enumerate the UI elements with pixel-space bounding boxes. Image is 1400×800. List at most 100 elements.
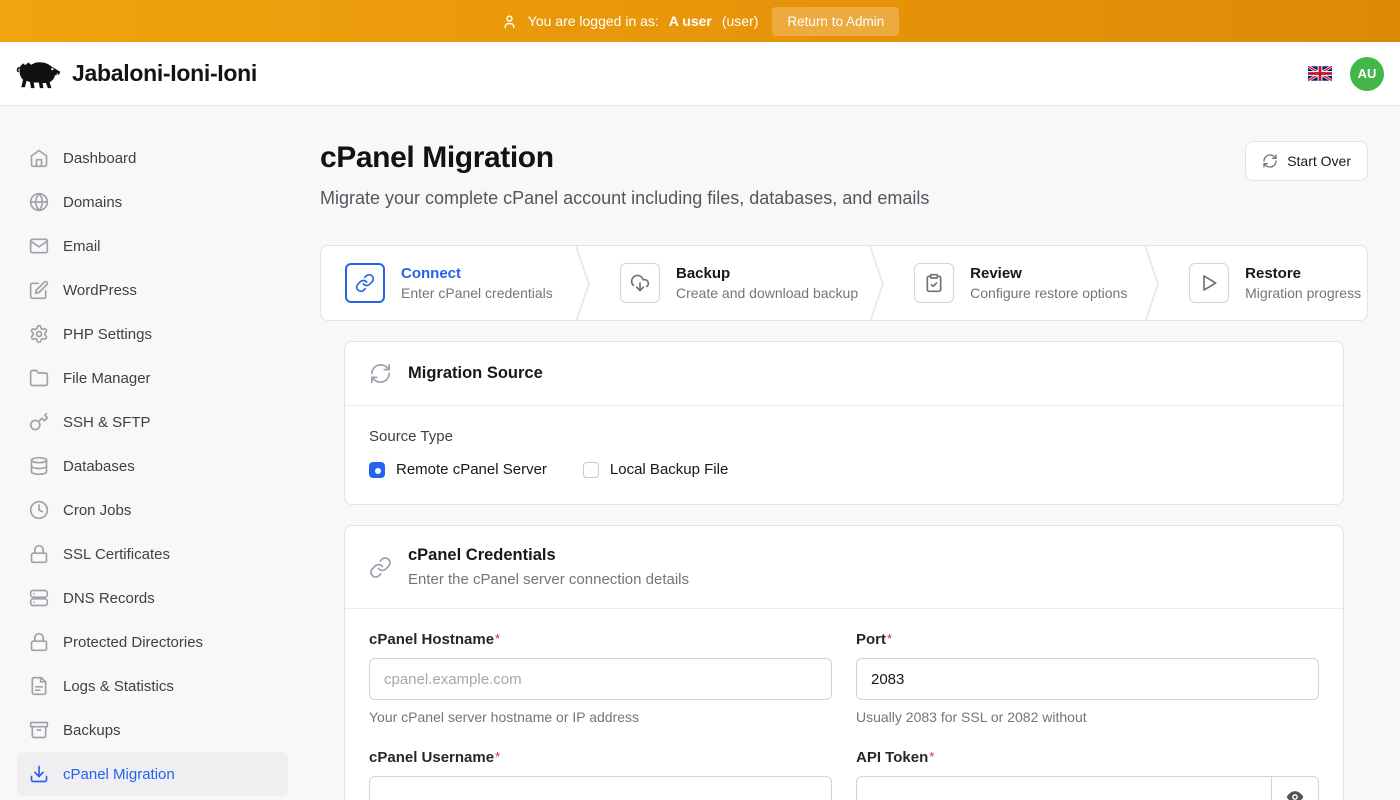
step-separator [574, 246, 596, 321]
radio-remote-cpanel-server[interactable]: Remote cPanel Server [369, 461, 547, 478]
sidebar-item-dns-records[interactable]: DNS Records [17, 576, 288, 620]
radio-unselected-icon[interactable] [583, 462, 599, 478]
migration-source-title: Migration Source [408, 364, 543, 383]
hostname-label: cPanel Hostname [369, 631, 494, 648]
cloud-download-icon [620, 263, 660, 303]
sidebar-item-label: Dashboard [63, 150, 136, 167]
archive-icon [29, 720, 49, 740]
credentials-subtitle: Enter the cPanel server connection detai… [408, 571, 689, 588]
start-over-button[interactable]: Start Over [1245, 141, 1368, 181]
logged-in-user: A user [669, 13, 712, 29]
sidebar-item-label: Logs & Statistics [63, 678, 174, 695]
home-icon [29, 148, 49, 168]
return-to-admin-button[interactable]: Return to Admin [772, 7, 899, 36]
mail-icon [29, 236, 49, 256]
database-icon [29, 456, 49, 476]
logged-in-prefix: You are logged in as: [528, 13, 659, 29]
step-title: Backup [676, 265, 858, 282]
cpanel-credentials-card: cPanel Credentials Enter the cPanel serv… [344, 525, 1344, 800]
sidebar-item-cpanel-migration[interactable]: cPanel Migration [17, 752, 288, 796]
sidebar-item-label: SSH & SFTP [63, 414, 151, 431]
language-flag-icon[interactable] [1308, 65, 1332, 82]
admin-impersonation-bar: You are logged in as: A user (user) Retu… [0, 0, 1400, 42]
sidebar-item-label: DNS Records [63, 590, 155, 607]
port-input[interactable] [856, 658, 1319, 700]
sidebar-item-label: Protected Directories [63, 634, 203, 651]
field-cpanel-username: cPanel Username* [369, 749, 832, 800]
boar-logo-icon [16, 54, 62, 94]
api-token-label: API Token [856, 749, 928, 766]
port-label: Port [856, 631, 886, 648]
required-marker: * [929, 749, 934, 764]
sidebar-item-ssh-sftp[interactable]: SSH & SFTP [17, 400, 288, 444]
sidebar-item-cron-jobs[interactable]: Cron Jobs [17, 488, 288, 532]
step-subtitle: Enter cPanel credentials [401, 285, 553, 301]
sidebar-item-file-manager[interactable]: File Manager [17, 356, 288, 400]
step-subtitle: Create and download backup [676, 285, 858, 301]
sidebar-item-wordpress[interactable]: WordPress [17, 268, 288, 312]
step-separator [868, 246, 890, 321]
required-marker: * [495, 749, 500, 764]
edit-icon [29, 280, 49, 300]
server-icon [29, 588, 49, 608]
username-input[interactable] [369, 776, 832, 800]
avatar[interactable]: AU [1350, 57, 1384, 91]
key-icon [29, 412, 49, 432]
lock-icon [29, 632, 49, 652]
gear-icon [29, 324, 49, 344]
sidebar-item-php-settings[interactable]: PHP Settings [17, 312, 288, 356]
start-over-label: Start Over [1287, 153, 1351, 169]
sidebar-item-protected-directories[interactable]: Protected Directories [17, 620, 288, 664]
required-marker: * [495, 631, 500, 646]
page-title: cPanel Migration [320, 141, 929, 175]
clock-icon [29, 500, 49, 520]
sidebar-item-label: cPanel Migration [63, 766, 175, 783]
required-marker: * [887, 631, 892, 646]
step-backup[interactable]: Backup Create and download backup [596, 246, 868, 320]
port-helper: Usually 2083 for SSL or 2082 without [856, 709, 1319, 725]
file-text-icon [29, 676, 49, 696]
radio-selected-icon[interactable] [369, 462, 385, 478]
step-subtitle: Migration progress [1245, 285, 1361, 301]
sidebar-item-label: Email [63, 238, 101, 255]
step-title: Connect [401, 265, 553, 282]
api-token-input[interactable] [856, 776, 1272, 800]
sidebar: Dashboard Domains Email WordPress PHP Se… [0, 106, 305, 800]
link-icon [369, 556, 392, 579]
step-connect[interactable]: Connect Enter cPanel credentials [321, 246, 574, 320]
step-subtitle: Configure restore options [970, 285, 1127, 301]
step-restore[interactable]: RestoreMigration progress [1165, 246, 1368, 320]
main-content: cPanel Migration Migrate your complete c… [305, 106, 1400, 800]
sidebar-item-domains[interactable]: Domains [17, 180, 288, 224]
username-label: cPanel Username [369, 749, 494, 766]
play-icon [1189, 263, 1229, 303]
sidebar-item-logs-statistics[interactable]: Logs & Statistics [17, 664, 288, 708]
globe-icon [29, 192, 49, 212]
lock-icon [29, 544, 49, 564]
hostname-helper: Your cPanel server hostname or IP addres… [369, 709, 832, 725]
clipboard-check-icon [914, 263, 954, 303]
brand: Jabaloni-Ioni-Ioni [16, 54, 257, 94]
radio-local-backup-file[interactable]: Local Backup File [583, 461, 728, 478]
refresh-icon [369, 362, 392, 385]
sidebar-item-label: Databases [63, 458, 135, 475]
download-icon [29, 764, 49, 784]
step-separator [1143, 246, 1165, 321]
sidebar-item-email[interactable]: Email [17, 224, 288, 268]
sidebar-item-backups[interactable]: Backups [17, 708, 288, 752]
toggle-password-visibility-button[interactable] [1272, 776, 1319, 800]
app-header: Jabaloni-Ioni-Ioni AU [0, 42, 1400, 106]
source-type-label: Source Type [369, 428, 1319, 445]
field-port: Port* Usually 2083 for SSL or 2082 witho… [856, 631, 1319, 725]
sidebar-item-ssl-certificates[interactable]: SSL Certificates [17, 532, 288, 576]
sidebar-item-label: Backups [63, 722, 121, 739]
sidebar-item-label: Domains [63, 194, 122, 211]
sidebar-item-dashboard[interactable]: Dashboard [17, 136, 288, 180]
step-review[interactable]: ReviewConfigure restore options [890, 246, 1143, 320]
logged-in-message: You are logged in as: A user (user) [501, 13, 759, 30]
sidebar-item-databases[interactable]: Databases [17, 444, 288, 488]
radio-label: Local Backup File [610, 461, 728, 478]
hostname-input[interactable] [369, 658, 832, 700]
sidebar-item-label: SSL Certificates [63, 546, 170, 563]
sidebar-item-label: PHP Settings [63, 326, 152, 343]
